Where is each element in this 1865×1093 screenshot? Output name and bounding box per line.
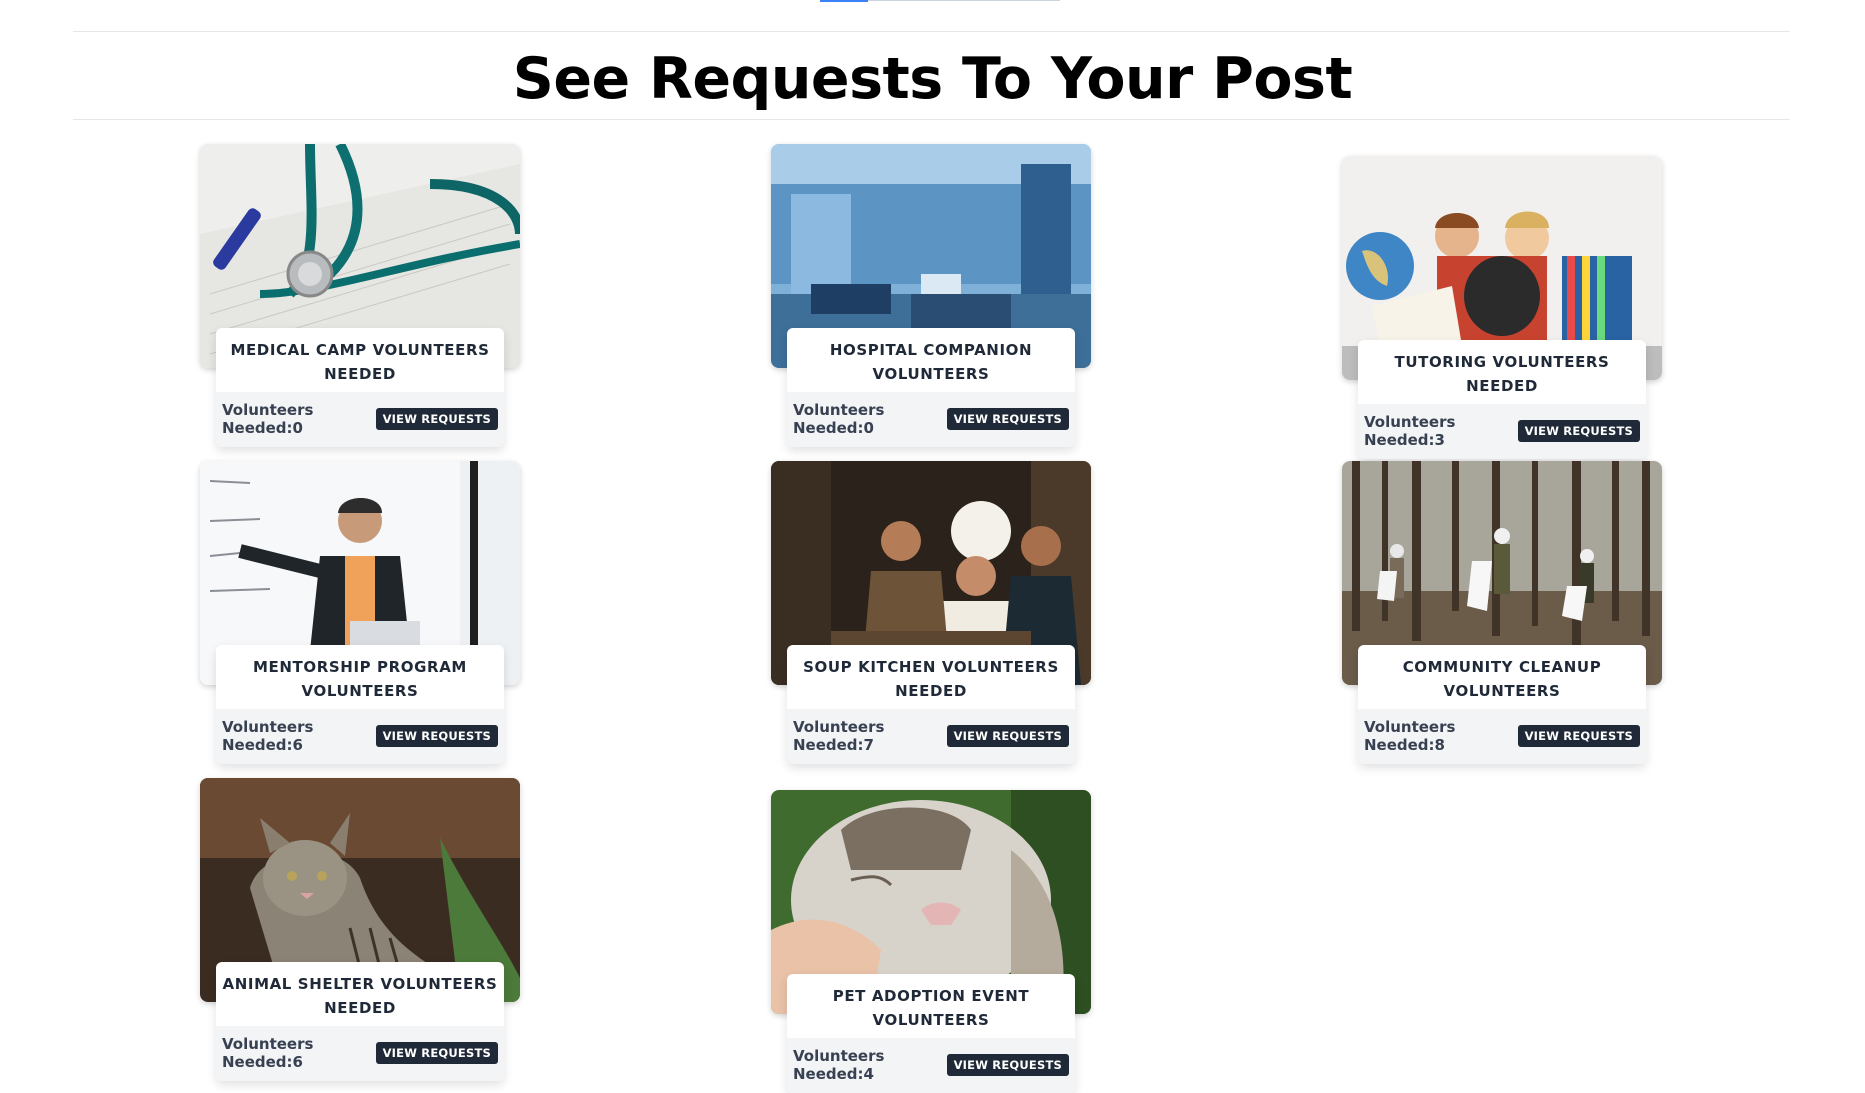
volunteers-needed-row: Volunteers Needed:3 VIEW REQUESTS: [1358, 404, 1646, 459]
card-title: SOUP KITCHEN VOLUNTEERS NEEDED: [803, 658, 1059, 700]
card-title: MEDICAL CAMP VOLUNTEERS NEEDED: [230, 341, 490, 383]
view-requests-button[interactable]: VIEW REQUESTS: [946, 408, 1069, 430]
volunteers-needed-row: Volunteers Needed:0 VIEW REQUESTS: [216, 392, 504, 447]
card-info-panel: ANIMAL SHELTER VOLUNTEERS NEEDED Volunte…: [216, 962, 504, 1081]
card-title: ANIMAL SHELTER VOLUNTEERS NEEDED: [222, 975, 498, 1017]
volunteers-needed-label: Volunteers Needed:7: [793, 718, 885, 754]
card-title: COMMUNITY CLEANUP VOLUNTEERS: [1402, 658, 1602, 700]
volunteers-needed-row: Volunteers Needed:7 VIEW REQUESTS: [787, 709, 1075, 764]
card-title: TUTORING VOLUNTEERS NEEDED: [1394, 353, 1610, 395]
volunteers-needed-label: Volunteers Needed:6: [222, 718, 314, 754]
card-info-panel: COMMUNITY CLEANUP VOLUNTEERS Volunteers …: [1358, 645, 1646, 764]
divider-top: [73, 31, 1790, 32]
card-info-panel: SOUP KITCHEN VOLUNTEERS NEEDED Volunteer…: [787, 645, 1075, 764]
volunteers-needed-row: Volunteers Needed:6 VIEW REQUESTS: [216, 709, 504, 764]
volunteers-needed-label: Volunteers Needed:8: [1364, 718, 1456, 754]
volunteers-needed-label: Volunteers Needed:0: [222, 401, 314, 437]
volunteers-needed-label: Volunteers Needed:3: [1364, 413, 1456, 449]
volunteers-needed-label: Volunteers Needed:4: [793, 1047, 885, 1083]
card-info-panel: HOSPITAL COMPANION VOLUNTEERS Volunteers…: [787, 328, 1075, 447]
card-info-panel: TUTORING VOLUNTEERS NEEDED Volunteers Ne…: [1358, 340, 1646, 459]
volunteers-needed-row: Volunteers Needed:8 VIEW REQUESTS: [1358, 709, 1646, 764]
view-requests-button[interactable]: VIEW REQUESTS: [1517, 420, 1640, 442]
volunteers-needed-row: Volunteers Needed:4 VIEW REQUESTS: [787, 1038, 1075, 1093]
card-title: MENTORSHIP PROGRAM VOLUNTEERS: [253, 658, 467, 700]
volunteers-needed-label: Volunteers Needed:6: [222, 1035, 314, 1071]
active-tab-indicator: [820, 0, 868, 2]
card-info-panel: MEDICAL CAMP VOLUNTEERS NEEDED Volunteer…: [216, 328, 504, 447]
view-requests-button[interactable]: VIEW REQUESTS: [375, 725, 498, 747]
view-requests-button[interactable]: VIEW REQUESTS: [375, 408, 498, 430]
volunteers-needed-label: Volunteers Needed:0: [793, 401, 885, 437]
card-title: HOSPITAL COMPANION VOLUNTEERS: [829, 341, 1033, 383]
view-requests-button[interactable]: VIEW REQUESTS: [1517, 725, 1640, 747]
view-requests-button[interactable]: VIEW REQUESTS: [946, 1054, 1069, 1076]
card-info-panel: PET ADOPTION EVENT VOLUNTEERS Volunteers…: [787, 974, 1075, 1093]
card-title: PET ADOPTION EVENT VOLUNTEERS: [832, 987, 1030, 1029]
volunteers-needed-row: Volunteers Needed:6 VIEW REQUESTS: [216, 1026, 504, 1081]
page-title: See Requests To Your Post: [512, 46, 1353, 112]
card-info-panel: MENTORSHIP PROGRAM VOLUNTEERS Volunteers…: [216, 645, 504, 764]
view-requests-button[interactable]: VIEW REQUESTS: [946, 725, 1069, 747]
top-tab-indicator: [0, 0, 1865, 2]
volunteers-needed-row: Volunteers Needed:0 VIEW REQUESTS: [787, 392, 1075, 447]
divider-under-title: [73, 119, 1790, 120]
